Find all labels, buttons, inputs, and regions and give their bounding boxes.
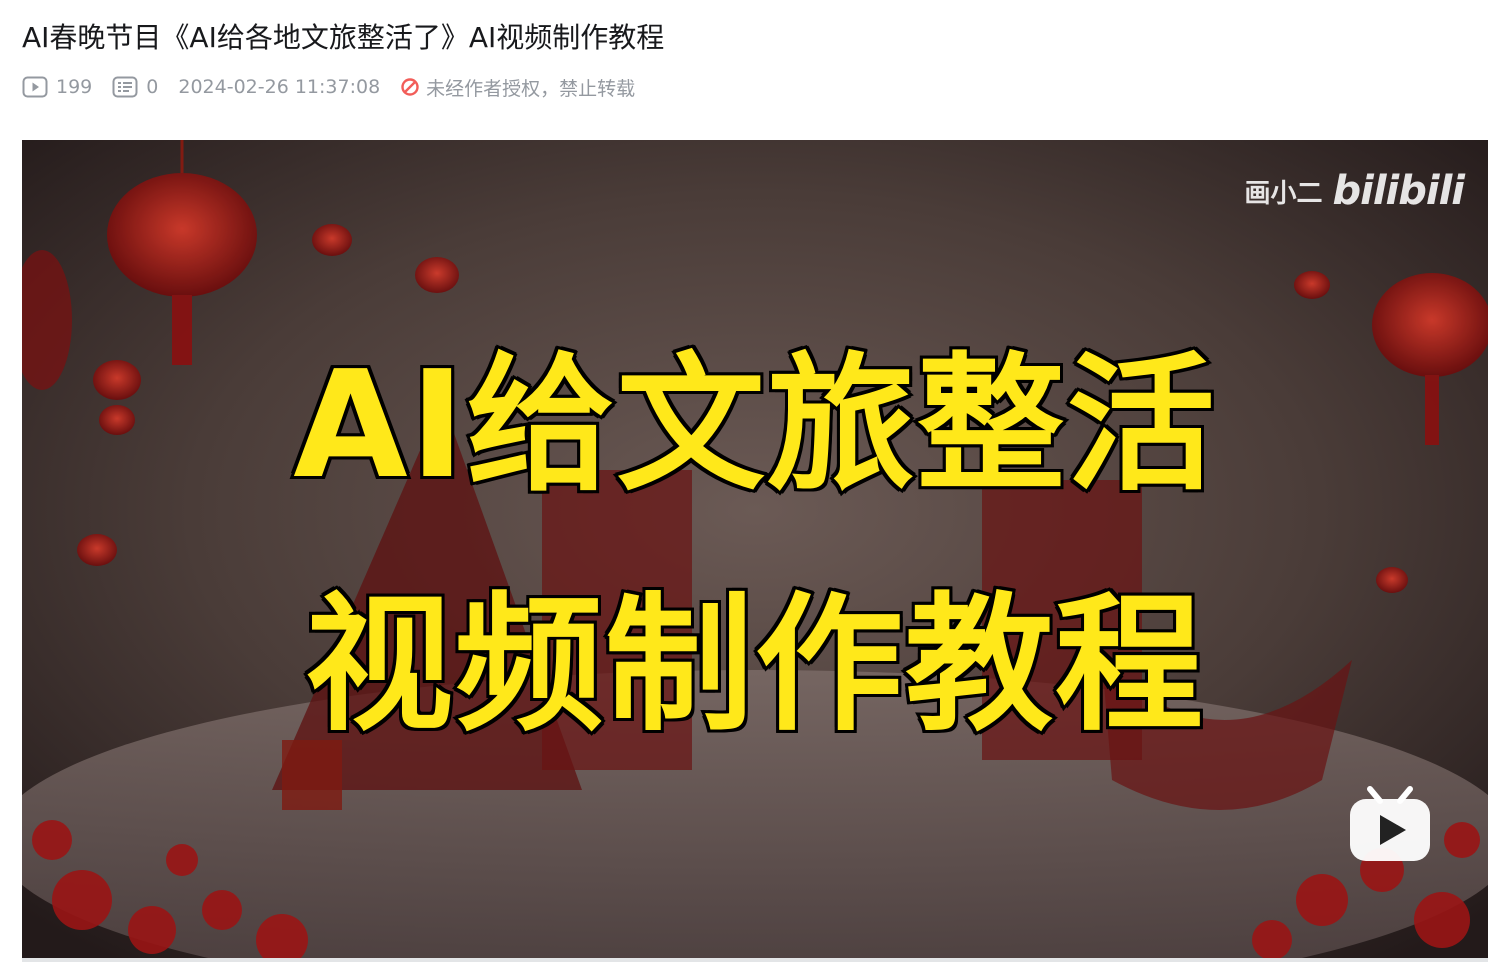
play-count-value: 199 xyxy=(56,76,93,98)
video-overlay-title-line1: AI给文旅整活 xyxy=(290,337,1218,513)
video-overlay-title-line2: 视频制作教程 xyxy=(302,577,1206,753)
watermark-username: 画小二 xyxy=(1244,178,1323,209)
danmaku-icon xyxy=(112,76,138,98)
video-player[interactable]: AI给文旅整活 视频制作教程 画小二 bilibili xyxy=(22,140,1488,962)
danmaku-count: 0 xyxy=(112,76,158,98)
forbidden-icon xyxy=(401,78,419,96)
play-count-icon xyxy=(22,76,48,98)
play-count: 199 xyxy=(22,76,92,98)
copyright-text: 未经作者授权，禁止转载 xyxy=(426,77,636,100)
bilibili-logo: bilibili xyxy=(1332,168,1465,214)
video-frame-scene xyxy=(22,140,1488,962)
video-meta-bar: 199 0 2024-02-26 11:37:08 未经作者授权，禁止转载 xyxy=(22,72,635,102)
video-progress-track[interactable] xyxy=(22,958,1488,962)
bilibili-tv-play-icon[interactable] xyxy=(1348,785,1432,865)
danmaku-count-value: 0 xyxy=(146,76,159,98)
publish-time: 2024-02-26 11:37:08 xyxy=(178,76,381,98)
copyright-notice: 未经作者授权，禁止转载 xyxy=(400,74,635,101)
video-title: AI春晚节目《AI给各地文旅整活了》AI视频制作教程 xyxy=(22,21,665,54)
video-watermark: 画小二 bilibili xyxy=(1244,168,1465,214)
